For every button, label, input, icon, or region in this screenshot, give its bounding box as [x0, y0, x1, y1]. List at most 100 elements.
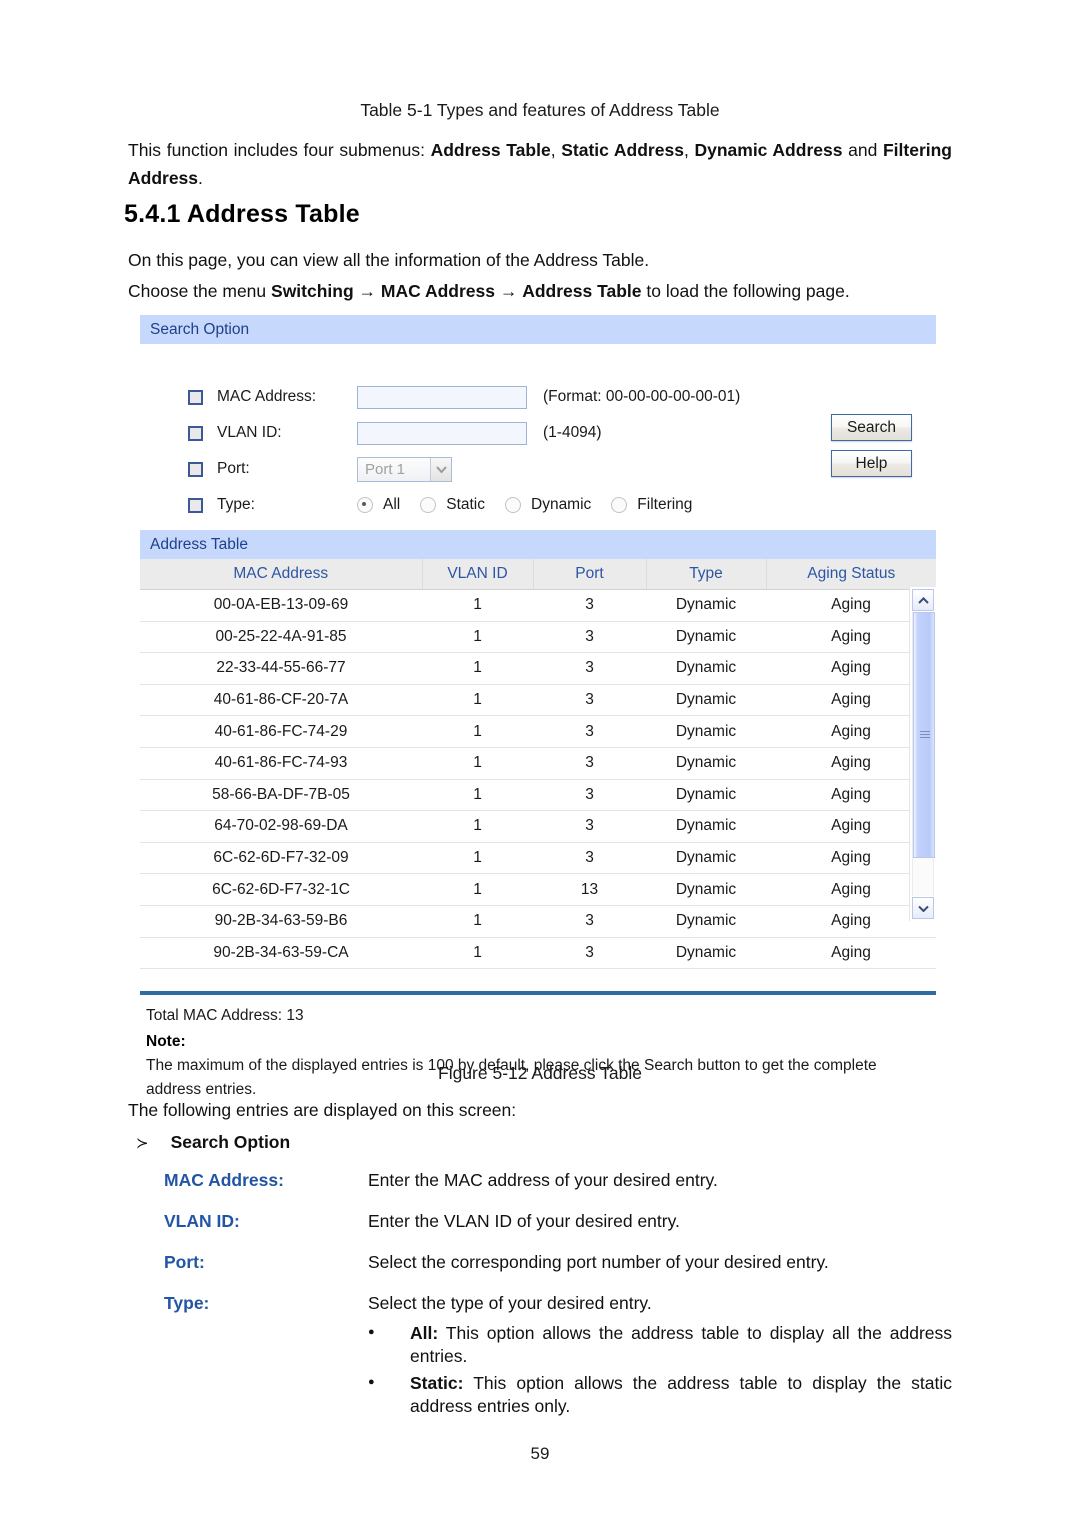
cell-aging: Aging — [766, 937, 936, 970]
intro-sep-1: , — [550, 140, 562, 160]
cell-port: 3 — [533, 621, 646, 654]
arrow-bullet-icon: ≻ — [136, 1135, 149, 1152]
table-row[interactable]: 6C-62-6D-F7-32-1C 1 13 Dynamic Aging — [140, 873, 936, 906]
vlan-id-range-hint: (1-4094) — [543, 424, 602, 441]
column-header-port[interactable]: Port — [533, 559, 647, 590]
column-header-type[interactable]: Type — [646, 559, 767, 590]
column-header-vlan-id[interactable]: VLAN ID — [422, 559, 534, 590]
action-buttons: Search Help — [831, 414, 912, 486]
table-row[interactable]: 00-0A-EB-13-09-69 1 3 Dynamic Aging — [140, 589, 936, 622]
cell-type: Dynamic — [646, 621, 766, 654]
cell-mac: 64-70-02-98-69-DA — [140, 810, 422, 843]
cell-port: 3 — [533, 589, 646, 622]
mac-address-input[interactable] — [357, 385, 527, 409]
cell-vlan: 1 — [422, 684, 533, 717]
device-web-ui: Search Option MAC Address: (Format: 00-0… — [140, 315, 936, 1098]
type-checkbox[interactable] — [188, 497, 203, 513]
choose-suffix: to load the following page. — [641, 281, 850, 301]
cell-mac: 22-33-44-55-66-77 — [140, 652, 422, 685]
cell-port: 3 — [533, 842, 646, 875]
type-radio-filtering[interactable]: Filtering — [611, 496, 692, 514]
cell-mac: 40-61-86-FC-74-29 — [140, 715, 422, 748]
radio-icon-filtering — [611, 497, 628, 513]
cell-type: Dynamic — [646, 715, 766, 748]
port-select[interactable]: Port 1 — [357, 456, 452, 482]
cell-vlan: 1 — [422, 747, 533, 780]
cell-port: 3 — [533, 937, 646, 970]
column-header-aging-status[interactable]: Aging Status — [766, 559, 936, 590]
table-header-row: MAC Address VLAN ID Port Type Aging Stat… — [140, 559, 936, 590]
type-option-dynamic-label: Dynamic — [531, 496, 592, 513]
type-radio-all[interactable]: All — [357, 496, 400, 514]
scrollbar-grip-icon — [920, 731, 930, 739]
definition-desc: Select the corresponding port number of … — [368, 1252, 829, 1272]
submenu-address-table: Address Table — [430, 140, 551, 160]
table-row[interactable]: 6C-62-6D-F7-32-09 1 3 Dynamic Aging — [140, 842, 936, 875]
type-radio-dynamic[interactable]: Dynamic — [505, 496, 591, 514]
cell-type: Dynamic — [646, 905, 766, 938]
address-table: MAC Address VLAN ID Port Type Aging Stat… — [140, 559, 936, 970]
cell-mac: 00-0A-EB-13-09-69 — [140, 589, 422, 622]
cell-port: 3 — [533, 779, 646, 812]
table-row[interactable]: 58-66-BA-DF-7B-05 1 3 Dynamic Aging — [140, 779, 936, 812]
definition-term: VLAN ID: — [164, 1211, 240, 1231]
cell-vlan: 1 — [422, 873, 533, 906]
definition-term: Type: — [164, 1293, 210, 1313]
scrollbar-track[interactable] — [912, 612, 935, 896]
cell-vlan: 1 — [422, 842, 533, 875]
description-section-title: ≻ Search Option — [136, 1132, 290, 1153]
menu-arrow-1: → — [353, 281, 381, 301]
cell-vlan: 1 — [422, 810, 533, 843]
sub-bullet-desc: This option allows the address table to … — [410, 1373, 952, 1416]
vlan-id-row: VLAN ID: (1-4094) — [140, 418, 602, 448]
mac-address-checkbox[interactable] — [188, 389, 203, 405]
port-checkbox[interactable] — [188, 461, 203, 477]
sub-bullet-term: All: — [410, 1323, 439, 1343]
table-row[interactable]: 64-70-02-98-69-DA 1 3 Dynamic Aging — [140, 810, 936, 843]
cell-type: Dynamic — [646, 937, 766, 970]
address-table-panel-title: Address Table — [140, 530, 936, 559]
table-row[interactable]: 40-61-86-CF-20-7A 1 3 Dynamic Aging — [140, 684, 936, 717]
vlan-id-input[interactable] — [357, 421, 527, 445]
cell-type: Dynamic — [646, 873, 766, 906]
table-row[interactable]: 22-33-44-55-66-77 1 3 Dynamic Aging — [140, 652, 936, 685]
cell-mac: 90-2B-34-63-59-CA — [140, 937, 422, 970]
cell-port: 3 — [533, 715, 646, 748]
table-row[interactable]: 90-2B-34-63-59-B6 1 3 Dynamic Aging — [140, 905, 936, 938]
mac-address-format-hint: (Format: 00-00-00-00-00-01) — [543, 388, 741, 405]
definition-desc: Select the type of your desired entry. — [368, 1293, 652, 1313]
vlan-id-checkbox[interactable] — [188, 425, 203, 441]
cell-vlan: 1 — [422, 621, 533, 654]
address-table-body: 00-0A-EB-13-09-69 1 3 Dynamic Aging 00-25-22… — [140, 589, 936, 970]
type-option-static-description: Static: This option allows the address t… — [368, 1371, 952, 1418]
scroll-up-icon[interactable] — [912, 589, 934, 611]
definition-term: MAC Address: — [164, 1170, 284, 1190]
cell-mac: 58-66-BA-DF-7B-05 — [140, 779, 422, 812]
help-button[interactable]: Help — [831, 450, 912, 477]
table-row[interactable]: 00-25-22-4A-91-85 1 3 Dynamic Aging — [140, 621, 936, 654]
address-table-shell: MAC Address VLAN ID Port Type Aging Stat… — [140, 559, 936, 970]
type-option-all-label: All — [383, 496, 401, 513]
type-radio-static[interactable]: Static — [420, 496, 485, 514]
definition-term: Port: — [164, 1252, 205, 1272]
scroll-down-icon[interactable] — [912, 897, 934, 919]
cell-mac: 40-61-86-CF-20-7A — [140, 684, 422, 717]
column-header-mac-address[interactable]: MAC Address — [140, 559, 423, 590]
table-row[interactable]: 90-2B-34-63-59-CA 1 3 Dynamic Aging — [140, 937, 936, 970]
radio-icon-dynamic — [505, 497, 521, 513]
description-lead: The following entries are displayed on t… — [128, 1100, 517, 1120]
chevron-down-icon — [430, 457, 451, 481]
search-button[interactable]: Search — [831, 414, 912, 441]
table-row[interactable]: 40-61-86-FC-74-93 1 3 Dynamic Aging — [140, 747, 936, 780]
vertical-scrollbar[interactable] — [912, 589, 935, 919]
mac-address-label: MAC Address: — [217, 388, 317, 405]
intro-period: . — [198, 168, 203, 188]
scrollbar-thumb[interactable] — [913, 612, 935, 858]
definition-desc: Enter the VLAN ID of your desired entry. — [368, 1211, 680, 1231]
type-label: Type: — [217, 496, 255, 513]
search-option-panel-title: Search Option — [140, 315, 936, 344]
table-row[interactable]: 40-61-86-FC-74-29 1 3 Dynamic Aging — [140, 715, 936, 748]
cell-vlan: 1 — [422, 937, 533, 970]
vlan-id-label: VLAN ID: — [217, 424, 282, 441]
cell-type: Dynamic — [646, 589, 766, 622]
